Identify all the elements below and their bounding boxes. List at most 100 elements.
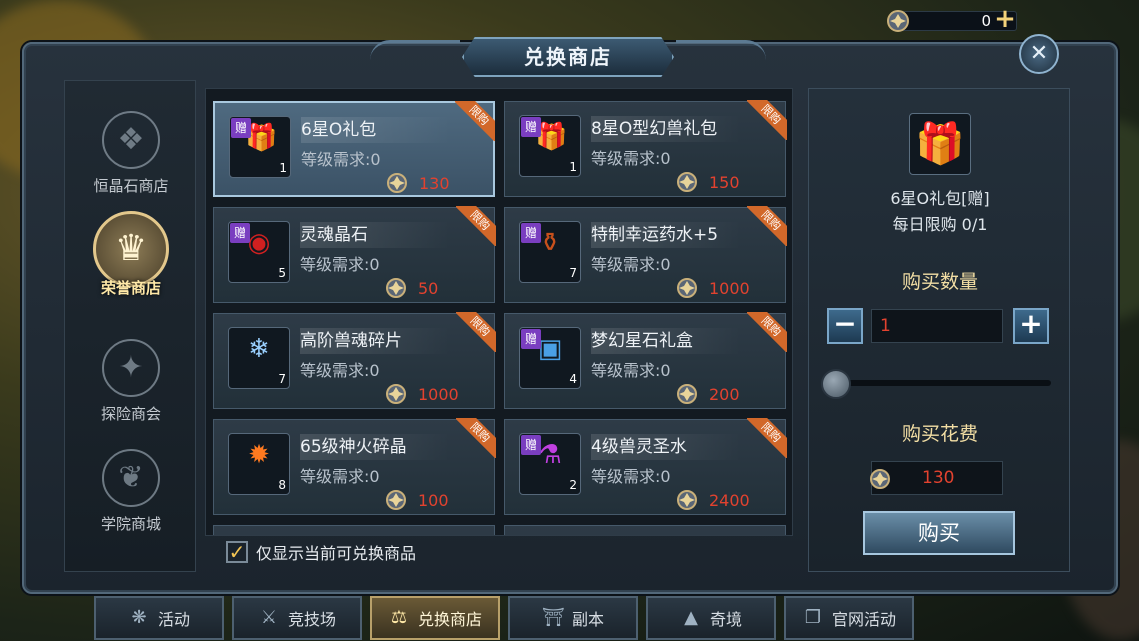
item-card[interactable]: 限购 ❄ 7 高阶兽魂碎片 等级需求:0 1000 [213, 312, 496, 409]
gift-badge: 赠 [230, 223, 250, 243]
window-title: 兑换商店 [462, 37, 674, 77]
nav-item-label: 恒晶石商店 [93, 177, 169, 195]
nav-item-label: 探险商会 [100, 405, 161, 423]
slider-knob[interactable] [821, 369, 851, 399]
badge-coin-icon [386, 384, 406, 404]
minus-button[interactable]: − [827, 308, 863, 344]
item-card[interactable]: 限购 ⚗ 赠 2 4级兽灵圣水 等级需求:0 2400 [504, 418, 787, 515]
limited-ribbon: 限购 [747, 206, 787, 246]
item-price: 2400 [675, 487, 775, 513]
tab-exchange-shop[interactable]: ⚖ 兑换商店 [370, 596, 500, 640]
buy-button[interactable]: 购买 [863, 511, 1015, 555]
detail-item-name: 6星O礼包[赠] [890, 189, 990, 208]
badge-coin-icon [677, 172, 697, 192]
red-gift-icon: 🎁 [909, 113, 971, 175]
badge-coin-icon [677, 384, 697, 404]
red-gift-icon: 🎁 赠 1 [229, 116, 291, 178]
item-qty: 4 [569, 372, 577, 386]
plus-icon[interactable]: + [993, 6, 1017, 32]
item-name: 特制幸运药水+5 [591, 222, 741, 248]
purple-potion-icon: ⚗ 赠 2 [519, 433, 581, 495]
item-qty: 7 [569, 266, 577, 280]
badge-coin-icon [870, 469, 890, 489]
shop-category-nav: ❖ 恒晶石商店 ♛ 荣誉商店 ✦ 探险商会 ❦ 学院商城 [64, 80, 196, 572]
gift-badge: 赠 [521, 435, 541, 455]
gift-badge: 赠 [521, 223, 541, 243]
slider-track[interactable] [835, 380, 1051, 386]
nav-item-crystal-shop[interactable]: ❖ 恒晶石商店 [65, 111, 197, 221]
title-ornament-right [676, 40, 766, 60]
crossed-swords-icon: ⚔ [260, 607, 278, 628]
item-grid[interactable]: 限购 🎁 赠 1 6星O礼包 等级需求:0 130 限购 🎁 赠 1 8星O型幻兽礼包 … [205, 88, 793, 536]
cost-display: 130 [870, 461, 1003, 495]
daily-limit: 每日限购 0/1 [892, 215, 988, 234]
treasure-chest-icon: ▣ 赠 4 [519, 327, 581, 389]
plus-button[interactable]: + [1013, 308, 1049, 344]
item-qty: 8 [278, 478, 286, 492]
item-qty: 1 [279, 161, 287, 175]
tab-official-events[interactable]: ❐ 官网活动 [784, 596, 914, 640]
bottom-tab-bar: ❋ 活动 ⚔ 竞技场 ⚖ 兑换商店 ⛩ 副本 ▲ 奇境 ❐ 官网活动 [94, 596, 1044, 641]
item-level: 等级需求:0 [301, 150, 381, 169]
item-card[interactable]: 限购 ▣ 赠 4 梦幻星石礼盒 等级需求:0 200 [504, 312, 787, 409]
limited-ribbon: 限购 [747, 418, 787, 458]
limited-ribbon: 限购 [456, 312, 496, 352]
nav-item-honor-shop[interactable]: ♛ 荣誉商店 [65, 211, 197, 321]
quantity-field[interactable]: 1 [871, 309, 1003, 343]
nav-item-academy-mall[interactable]: ❦ 学院商城 [65, 449, 197, 559]
currency-display: 0 + [885, 6, 1017, 34]
limited-ribbon: 限购 [747, 100, 787, 140]
tab-arena[interactable]: ⚔ 竞技场 [232, 596, 362, 640]
close-x-icon[interactable]: ✕ [1019, 34, 1059, 74]
item-level: 等级需求:0 [300, 361, 380, 380]
gift-badge: 赠 [521, 117, 541, 137]
item-name: 8星O型幻兽礼包 [591, 116, 741, 142]
nav-item-adventure-guild[interactable]: ✦ 探险商会 [65, 339, 197, 449]
item-name: 灵魂晶石 [300, 222, 450, 248]
item-name: 高阶兽魂碎片 [300, 328, 450, 354]
nav-item-label: 荣誉商店 [100, 279, 161, 297]
tab-wonderland[interactable]: ▲ 奇境 [646, 596, 776, 640]
item-card[interactable]: 限购 🎁 赠 1 6星O礼包 等级需求:0 130 [213, 101, 495, 197]
item-card[interactable]: 限购 ✹ 8 65级神火碎晶 等级需求:0 100 [213, 418, 496, 515]
scales-icon: ⚖ [390, 607, 408, 628]
item-name: 4级兽灵圣水 [591, 434, 741, 460]
item-price: 130 [385, 170, 485, 196]
badge-coin-icon [887, 10, 909, 32]
item-qty: 7 [278, 372, 286, 386]
trophy-emblem-icon: ♛ [93, 211, 169, 287]
item-level: 等级需求:0 [591, 361, 671, 380]
item-name: 65级神火碎晶 [300, 434, 450, 460]
item-name: 6星O礼包 [301, 117, 451, 143]
book-emblem-icon: ❦ [102, 449, 160, 507]
title-ornament-left [370, 40, 460, 60]
tab-events[interactable]: ❋ 活动 [94, 596, 224, 640]
tab-dungeon[interactable]: ⛩ 副本 [508, 596, 638, 640]
potion-flask-icon: ⚱ 赠 7 [519, 221, 581, 283]
mountain-icon: ▲ [684, 607, 698, 628]
crystal-shard-icon: ❄ 7 [228, 327, 290, 389]
item-card[interactable]: 限购 ◉ 赠 5 灵魂晶石 等级需求:0 50 [213, 206, 496, 303]
item-level: 等级需求:0 [300, 467, 380, 486]
quantity-slider[interactable] [821, 369, 1051, 399]
item-card[interactable]: 限购 🎁 赠 1 8星O型幻兽礼包 等级需求:0 150 [504, 100, 787, 197]
item-card[interactable] [213, 525, 495, 535]
limited-ribbon: 限购 [456, 206, 496, 246]
item-qty: 1 [569, 160, 577, 174]
gate-icon: ⛩ [541, 607, 565, 628]
item-qty: 2 [569, 478, 577, 492]
item-card[interactable] [504, 525, 786, 535]
checkmark-icon[interactable]: ✓ [226, 541, 248, 563]
filter-exchangeable-checkbox[interactable]: ✓ 仅显示当前可兑换商品 [226, 540, 416, 564]
badge-coin-icon [677, 278, 697, 298]
item-price: 150 [675, 169, 775, 195]
gift-badge: 赠 [521, 329, 541, 349]
item-level: 等级需求:0 [300, 255, 380, 274]
gift-badge: 赠 [231, 118, 251, 138]
badge-coin-icon [386, 490, 406, 510]
nav-item-label: 学院商城 [100, 515, 161, 533]
item-card[interactable]: 限购 ⚱ 赠 7 特制幸运药水+5 等级需求:0 1000 [504, 206, 787, 303]
item-level: 等级需求:0 [591, 467, 671, 486]
gear-flower-icon: ❋ [131, 607, 147, 628]
item-level: 等级需求:0 [591, 149, 671, 168]
